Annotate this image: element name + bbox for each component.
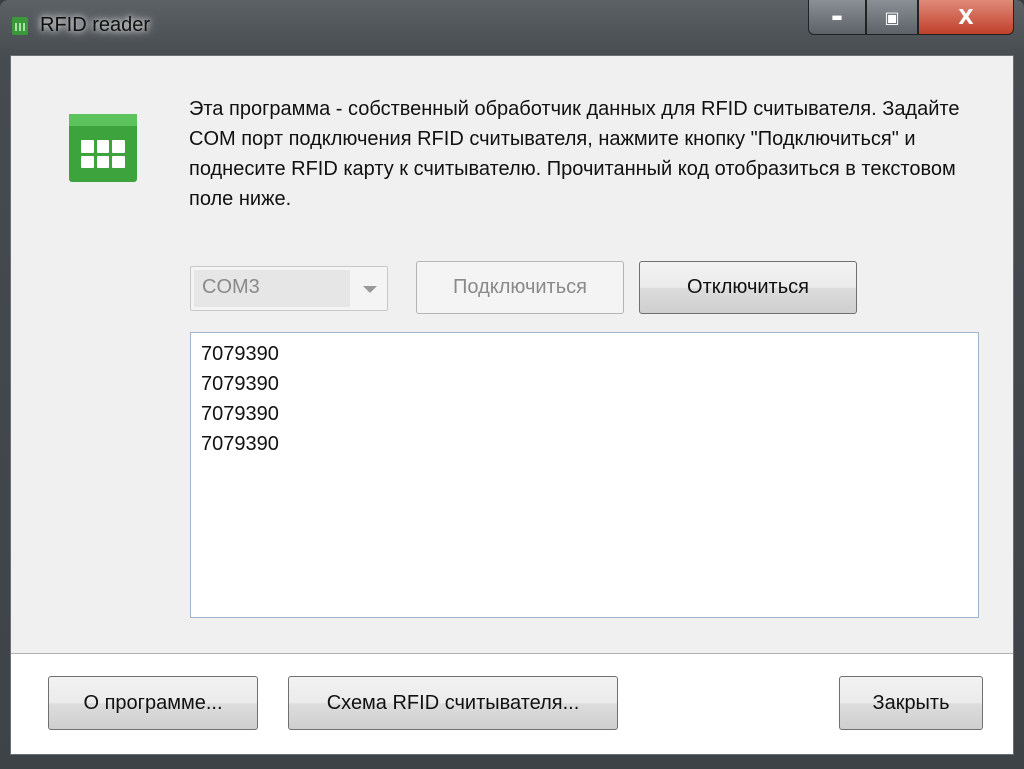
com-port-select[interactable]: COM3 [190, 266, 388, 311]
output-textarea[interactable]: 7079390 7079390 7079390 7079390 [190, 332, 979, 618]
client-area: Эта программа - собственный обработчик д… [10, 55, 1014, 755]
about-button[interactable]: О программе... [48, 676, 258, 730]
disconnect-button[interactable]: Отключиться [639, 261, 857, 314]
window-title: RFID reader [40, 14, 151, 36]
close-window-button[interactable]: X [918, 0, 1014, 35]
connect-button[interactable]: Подключиться [416, 261, 624, 314]
schema-button[interactable]: Схема RFID считывателя... [288, 676, 618, 730]
minimize-button[interactable]: ▬ [808, 0, 866, 35]
close-button[interactable]: Закрыть [839, 676, 983, 730]
window-frame: RFID reader ▬ ▣ X Эта программа - собств… [0, 0, 1024, 769]
output-line: 7079390 [201, 373, 279, 395]
output-line: 7079390 [201, 343, 279, 365]
com-port-value: COM3 [194, 270, 350, 307]
app-icon [12, 17, 28, 35]
title-bar[interactable]: RFID reader ▬ ▣ X [0, 0, 1024, 55]
maximize-button[interactable]: ▣ [866, 0, 918, 35]
footer-panel: О программе... Схема RFID считывателя...… [11, 653, 1013, 754]
description-text: Эта программа - собственный обработчик д… [189, 98, 960, 210]
close-icon: X [958, 5, 974, 29]
output-line: 7079390 [201, 403, 279, 425]
output-line: 7079390 [201, 433, 279, 455]
rfid-app-icon [69, 114, 137, 182]
chevron-down-icon[interactable] [363, 286, 377, 293]
minimize-icon: ▬ [831, 10, 843, 24]
maximize-icon: ▣ [884, 7, 900, 27]
